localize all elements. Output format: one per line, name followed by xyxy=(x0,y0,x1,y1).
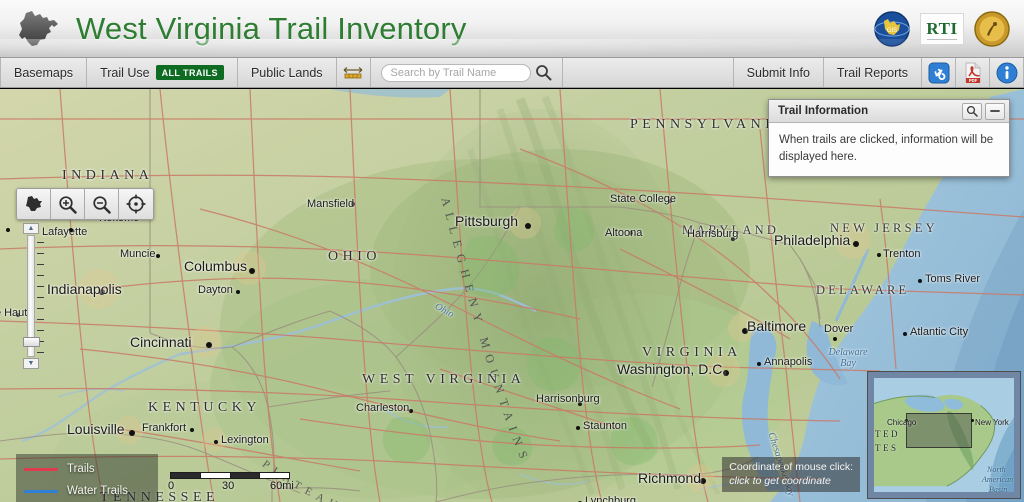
slider-zoom-out-button[interactable]: ▼ xyxy=(23,358,39,369)
scalebar-label-60: 60mi xyxy=(270,480,294,492)
svg-text:GIS: GIS xyxy=(887,28,897,34)
toolbar-trail-reports-label: Trail Reports xyxy=(836,65,908,80)
overview-map-inner[interactable]: Chicago New York TED TES North American Basin xyxy=(874,378,1014,492)
trail-information-header: Trail Information xyxy=(769,100,1009,123)
toolbar-spacer xyxy=(563,58,734,87)
slider-zoom-in-button[interactable]: ▲ xyxy=(23,223,39,234)
zoom-slider-tick xyxy=(37,264,44,265)
all-trails-badge[interactable]: ALL TRAILS xyxy=(155,65,224,80)
search-input[interactable] xyxy=(380,63,531,82)
svg-text:PDF: PDF xyxy=(968,78,977,83)
overview-newyork-dot xyxy=(971,419,974,422)
zoom-in-button[interactable] xyxy=(51,189,85,219)
partner-logos: GIS RTI xyxy=(874,10,1010,47)
zoom-in-magnifier-icon xyxy=(59,195,77,214)
zoom-slider-tick xyxy=(37,275,44,276)
zoom-slider-tick xyxy=(37,297,44,298)
trail-information-panel: Trail Information When trails are clicke… xyxy=(768,99,1010,178)
scalebar-label-0: 0 xyxy=(168,480,175,492)
toolbar-measure-button[interactable] xyxy=(337,58,371,87)
locate-button[interactable] xyxy=(119,189,153,219)
zoom-slider-tick xyxy=(37,319,44,320)
toolbar-public-lands[interactable]: Public Lands xyxy=(238,58,337,87)
main-toolbar: Basemaps Trail Use ALL TRAILS Public Lan… xyxy=(0,58,1024,88)
map-viewport[interactable]: ALLEGHENY MOUNTAINS PLATEAU INDIANAOHIOP… xyxy=(0,89,1024,502)
locate-crosshair-icon xyxy=(126,194,146,214)
link-chain-icon xyxy=(928,62,949,83)
scalebar-labels: 0 30 60mi xyxy=(168,480,294,494)
map-navigation-tools xyxy=(16,188,154,220)
toolbar-pdf-button[interactable]: PDF xyxy=(956,58,990,87)
trail-information-body: When trails are clicked, information wil… xyxy=(779,134,994,163)
toolbar-trail-reports[interactable]: Trail Reports xyxy=(824,58,922,87)
trail-information-actions xyxy=(962,102,1005,120)
coordinate-value: click to get coordinate xyxy=(729,474,831,487)
overview-map[interactable]: Chicago New York TED TES North American Basin xyxy=(867,371,1021,499)
panel-minimize-icon xyxy=(990,110,1000,112)
wv-full-extent-icon xyxy=(25,196,42,211)
wv-state-shape-icon xyxy=(19,10,58,46)
zoom-slider-track[interactable] xyxy=(23,235,44,357)
legend-item-water-trails[interactable]: Water Trails xyxy=(24,485,150,497)
toolbar-public-lands-label: Public Lands xyxy=(250,65,323,80)
map-legend: TrailsWater TrailsMotorized TrailsPublic… xyxy=(16,454,158,502)
toolbar-basemaps-label: Basemaps xyxy=(14,65,74,80)
trail-information-title: Trail Information xyxy=(778,105,869,117)
toolbar-link-button[interactable] xyxy=(922,58,956,87)
zoom-out-button[interactable] xyxy=(85,189,119,219)
coordinate-readout[interactable]: Coordinate of mouse click: click to get … xyxy=(722,456,860,492)
rti-logo-text: RTI xyxy=(926,18,958,38)
toolbar-basemaps[interactable]: Basemaps xyxy=(0,58,88,87)
zoom-slider-tick xyxy=(37,330,44,331)
trail-information-search-button[interactable] xyxy=(962,102,982,120)
map-scalebar: 0 30 60mi xyxy=(168,472,294,494)
toolbar-info-button[interactable] xyxy=(990,58,1024,87)
scalebar-bar xyxy=(170,472,290,479)
legend-items: TrailsWater TrailsMotorized TrailsPublic… xyxy=(24,463,150,502)
wvgistc-logo[interactable]: GIS xyxy=(874,10,910,47)
overview-chicago-dot xyxy=(905,419,908,422)
search-container xyxy=(371,58,563,87)
zoom-slider-tick xyxy=(37,242,44,243)
pdf-document-icon: PDF xyxy=(965,62,980,83)
partner-logo[interactable] xyxy=(974,10,1010,47)
legend-item-trails[interactable]: Trails xyxy=(24,463,150,475)
zoom-slider[interactable]: ▲ ▼ xyxy=(20,223,44,369)
scalebar-label-30: 30 xyxy=(222,480,235,492)
info-circle-icon xyxy=(996,62,1017,83)
rti-logo[interactable]: RTI xyxy=(920,12,964,45)
trail-information-minimize-button[interactable] xyxy=(985,102,1005,120)
zoom-slider-tick xyxy=(37,253,44,254)
toolbar-submit-info[interactable]: Submit Info xyxy=(734,58,824,87)
toolbar-submit-info-label: Submit Info xyxy=(746,65,810,80)
coordinate-label: Coordinate of mouse click: xyxy=(729,460,853,473)
toolbar-trail-use[interactable]: Trail Use ALL TRAILS xyxy=(87,58,238,87)
legend-swatch-line xyxy=(24,489,58,493)
panel-search-icon xyxy=(966,105,978,117)
legend-label: Water Trails xyxy=(67,485,128,497)
zoom-slider-tick xyxy=(37,286,44,287)
search-magnifier-icon[interactable] xyxy=(535,64,552,81)
zoom-out-magnifier-icon xyxy=(93,195,111,214)
legend-label: Trails xyxy=(67,463,95,475)
zoom-slider-tick xyxy=(37,308,44,309)
measure-ruler-icon xyxy=(343,66,363,78)
application-root: West Virginia Trail Inventory GIS RTI Ba… xyxy=(0,0,1024,502)
app-header: West Virginia Trail Inventory GIS RTI xyxy=(0,0,1024,58)
full-extent-button[interactable] xyxy=(17,189,51,219)
legend-swatch-line xyxy=(24,467,58,471)
zoom-slider-handle[interactable] xyxy=(23,336,40,347)
page-title: West Virginia Trail Inventory xyxy=(76,10,467,46)
zoom-slider-tick xyxy=(37,352,44,353)
overview-extent-rectangle[interactable] xyxy=(906,413,972,448)
toolbar-trail-use-label: Trail Use xyxy=(100,65,150,80)
